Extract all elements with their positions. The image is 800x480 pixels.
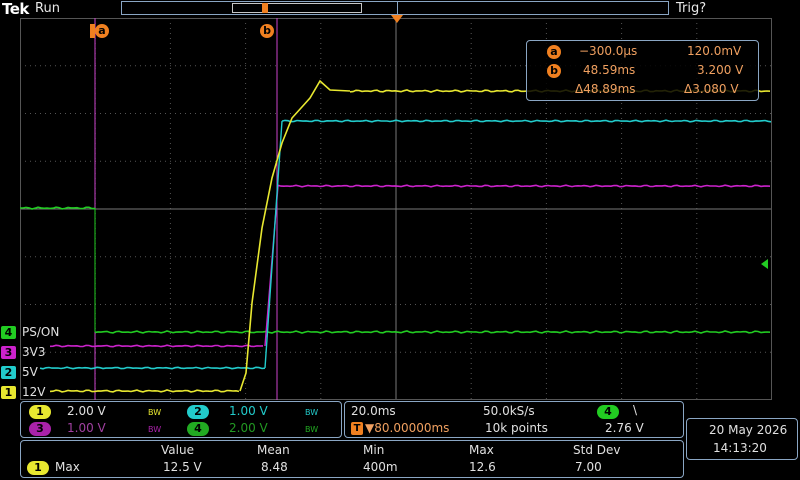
ch3-bandwidth-icon: BW [148,425,162,434]
ch1-trace-rise [239,79,351,392]
timebase-panel[interactable]: 20.0ms 50.0kS/s 4 \ T ▼80.00000ms 10k po… [344,401,684,438]
run-state[interactable]: Run [35,1,60,16]
trigger-position[interactable]: ▼80.00000ms [365,421,449,435]
ch3-badge[interactable]: 3 [29,422,51,436]
trigger-level[interactable]: 2.76 V [605,421,644,435]
ch4-bandwidth-icon: BW [305,425,319,434]
datetime-panel: 20 May 2026 14:13:20 [686,418,798,460]
cursor-b-label: b [260,24,274,38]
trigger-source-badge[interactable]: 4 [597,405,619,419]
horizontal-scale[interactable]: 20.0ms [351,404,396,418]
meas-header-stddev: Std Dev [573,443,621,457]
record-view-bar[interactable] [121,1,669,15]
cursor-b-time: 48.59ms [583,63,636,77]
ch4-scale[interactable]: 2.00 V [229,421,268,435]
meas-min: 400m [363,460,398,474]
record-view-window[interactable] [232,3,362,13]
ch3-trace-high [277,184,771,188]
trigger-position-icon[interactable] [391,15,403,23]
time: 14:13:20 [713,441,767,455]
trigger-level-icon[interactable] [761,259,768,269]
ch3-scale[interactable]: 1.00 V [67,421,106,435]
meas-value: 12.5 V [163,460,202,474]
meas-header-max: Max [469,443,494,457]
ch3-ground-marker[interactable]: 3 [1,346,16,359]
ch1-badge[interactable]: 1 [29,405,51,419]
ch4-trace-low [94,330,771,334]
cursor-a-label: a [95,24,109,38]
meas-header-mean: Mean [257,443,290,457]
trigger-marker-icon: T [351,422,363,435]
cursor-a-badge: a [547,45,561,59]
ch1-scale[interactable]: 2.00 V [67,404,106,418]
meas-header-value: Value [161,443,194,457]
ch1-trace-low [49,389,240,393]
cursor-a-time: −300.0µs [579,44,638,58]
ch2-trace-low [39,366,266,370]
meas-header-min: Min [363,443,385,457]
cursor-b-badge: b [547,64,561,78]
ch4-label: PS/ON [22,325,60,339]
brand-logo: Tek [2,0,29,18]
ch1-label: 12V [22,385,46,399]
ch2-ground-marker[interactable]: 2 [1,366,16,379]
ch3-label: 3V3 [22,345,46,359]
ch1-bandwidth-icon: BW [148,408,162,417]
record-center-marker [397,2,398,14]
trigger-slope-icon: \ [633,403,638,417]
meas-max: 12.6 [469,460,496,474]
cursor-readout-panel: a −300.0µs 120.0mV b 48.59ms 3.200 V Δ48… [526,40,759,101]
cursor-b-value: 3.200 V [697,63,744,77]
ch2-trace-high [281,119,772,123]
cursor-a-value: 120.0mV [687,44,742,58]
ch1-ground-marker[interactable]: 1 [1,386,16,399]
date: 20 May 2026 [709,423,788,437]
cursor-delta-time: Δ48.89ms [575,82,636,96]
ch2-scale[interactable]: 1.00 V [229,404,268,418]
sample-rate: 50.0kS/s [483,404,535,418]
meas-stddev: 7.00 [575,460,602,474]
trigger-state: Trig? [676,1,707,16]
ch4-ground-marker[interactable]: 4 [1,326,16,339]
channel-settings-panel[interactable]: 1 2.00 V BW 2 1.00 V BW 3 1.00 V BW 4 2.… [20,401,342,438]
ch2-label: 5V [22,365,38,379]
record-length: 10k points [485,421,548,435]
meas-channel-badge[interactable]: 1 [27,461,49,475]
ch4-badge[interactable]: 4 [187,422,209,436]
cursor-delta-value: Δ3.080 V [684,82,739,96]
ch2-badge[interactable]: 2 [187,405,209,419]
meas-mean: 8.48 [261,460,288,474]
ch3-trace-low [49,344,264,348]
meas-name[interactable]: Max [55,460,80,474]
record-trigger-marker [262,3,268,13]
ch2-bandwidth-icon: BW [305,408,319,417]
measurement-panel[interactable]: Value Mean Min Max Std Dev 1 Max 12.5 V … [20,440,684,478]
